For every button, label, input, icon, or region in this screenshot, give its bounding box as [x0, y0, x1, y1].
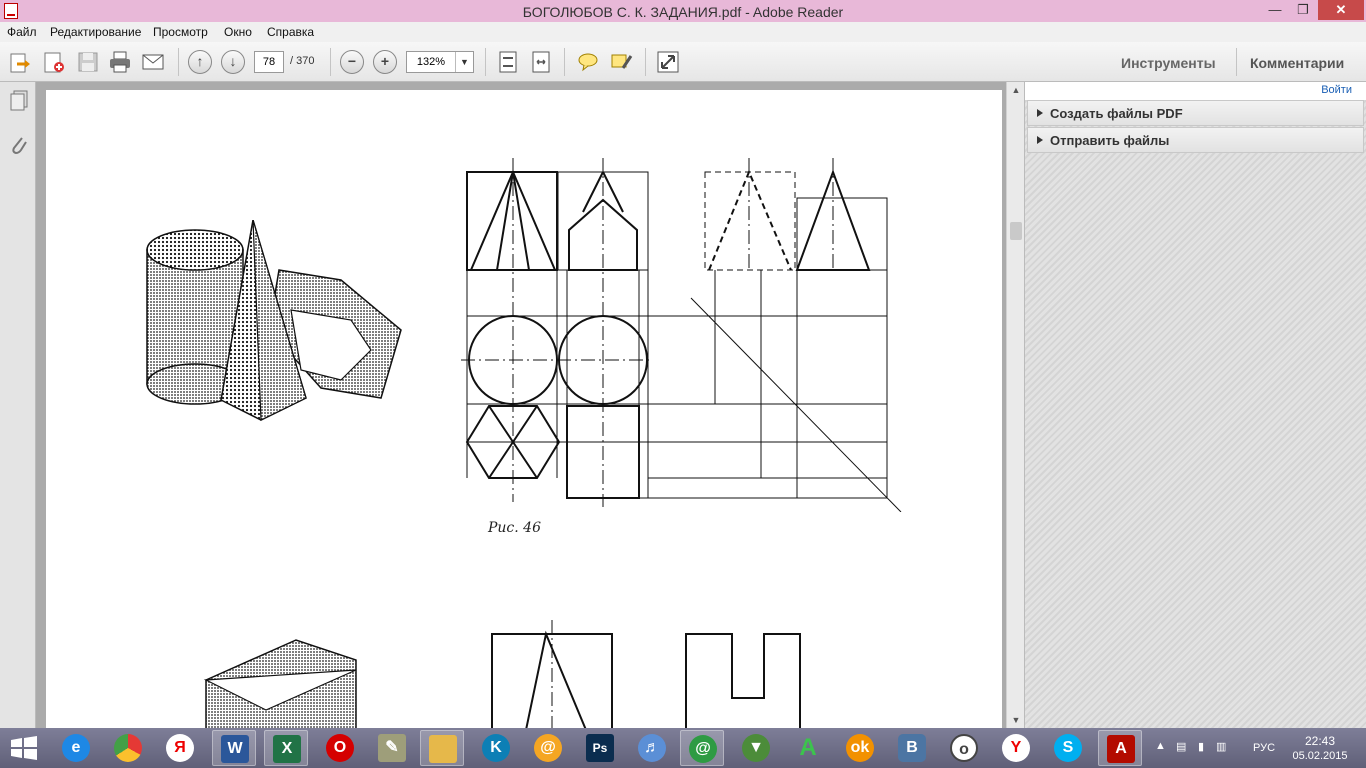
chevron-down-icon[interactable]: ▼ [455, 52, 473, 72]
navigation-pane [0, 82, 36, 728]
section-label: Отправить файлы [1050, 133, 1170, 148]
page-number-input[interactable]: 78 [254, 51, 284, 73]
signin-bar: Войти [1025, 82, 1366, 100]
clock[interactable]: 22:43 05.02.2015 [1288, 734, 1352, 762]
toolbar-separator [178, 48, 179, 76]
clock-date: 05.02.2015 [1292, 750, 1348, 762]
title-bar: БОГОЛЮБОВ С. К. ЗАДАНИЯ.pdf - Adobe Read… [0, 0, 1366, 22]
excel-icon[interactable]: X [264, 730, 308, 766]
figure-46-isometric-drawing [146, 220, 402, 421]
window-title: БОГОЛЮБОВ С. К. ЗАДАНИЯ.pdf - Adobe Read… [522, 4, 844, 20]
scroll-up-icon[interactable]: ▲ [1007, 82, 1025, 98]
toolbar: ↑ ↓ 78 / 370 − + 132% ▼ Инструменты Комм… [0, 42, 1366, 82]
icq-icon[interactable]: @ [680, 730, 724, 766]
save-icon[interactable] [76, 50, 100, 74]
figure-47-orthographic-drawing [491, 620, 801, 730]
comments-tab[interactable]: Комментарии [1250, 55, 1344, 71]
toolbar-separator [485, 48, 486, 76]
zoom-in-button[interactable]: + [373, 50, 397, 74]
volume-icon[interactable]: ♬ [630, 730, 674, 766]
menu-file[interactable]: Файл [7, 25, 37, 39]
signin-link[interactable]: Войти [1321, 84, 1352, 96]
menu-window[interactable]: Окно [224, 25, 252, 39]
create-pdf-section[interactable]: Создать файлы PDF [1027, 100, 1364, 126]
figure-caption: Рис. 46 [488, 520, 541, 536]
scroll-down-icon[interactable]: ▼ [1007, 712, 1025, 728]
print-icon[interactable] [108, 50, 132, 74]
toolbar-separator [645, 48, 646, 76]
email-icon[interactable] [141, 50, 165, 74]
tools-tab[interactable]: Инструменты [1121, 55, 1216, 71]
menu-help[interactable]: Справка [267, 25, 314, 39]
taskbar: e Я W X O ✎ K @ Ps ♬ @ ▼ A ok B o Y S A … [0, 728, 1366, 768]
photoshop-icon[interactable]: Ps [578, 730, 622, 766]
vkontakte-icon[interactable]: B [890, 730, 934, 766]
section-label: Создать файлы PDF [1050, 106, 1183, 121]
language-indicator[interactable]: РУС [1253, 742, 1275, 754]
battery-icon[interactable]: ▮ [1198, 740, 1204, 753]
minimize-button[interactable]: — [1262, 0, 1288, 20]
circle-app-icon[interactable]: o [942, 730, 986, 766]
zoom-out-button[interactable]: − [340, 50, 364, 74]
document-view[interactable]: Рис. 46 [36, 82, 1006, 730]
pages-icon[interactable] [9, 90, 29, 112]
mail-agent-icon[interactable]: @ [526, 730, 570, 766]
toolbar-separator [330, 48, 331, 76]
adobe-reader-taskbar-icon[interactable]: A [1098, 730, 1142, 766]
clock-time: 22:43 [1304, 734, 1336, 748]
next-page-button[interactable]: ↓ [221, 50, 245, 74]
expand-arrow-icon [1037, 109, 1043, 117]
open-file-icon[interactable] [8, 50, 32, 74]
menu-bar: Файл Редактирование Просмотр Окно Справк… [0, 22, 1366, 42]
previous-page-button[interactable]: ↑ [188, 50, 212, 74]
comment-icon[interactable] [576, 50, 600, 74]
word-icon[interactable]: W [212, 730, 256, 766]
network-icon[interactable]: ▤ [1176, 740, 1186, 753]
odnoklassniki-icon[interactable]: ok [838, 730, 882, 766]
yandex-icon[interactable]: Я [158, 730, 202, 766]
download-icon[interactable]: ▼ [734, 730, 778, 766]
highlight-icon[interactable] [609, 50, 633, 74]
tray-expand-icon[interactable]: ▲ [1155, 740, 1166, 752]
skype-icon[interactable]: S [1046, 730, 1090, 766]
menu-edit[interactable]: Редактирование [50, 25, 141, 39]
fit-page-icon[interactable] [496, 50, 520, 74]
attachment-icon[interactable] [9, 134, 29, 156]
vertical-scrollbar[interactable]: ▲ ▼ [1006, 82, 1024, 728]
scroll-thumb[interactable] [1010, 222, 1022, 240]
expand-arrow-icon [1037, 136, 1043, 144]
zoom-select[interactable]: 132% ▼ [406, 51, 474, 73]
font-app-icon[interactable]: A [786, 730, 830, 766]
pdf-page: Рис. 46 [46, 90, 1002, 730]
chrome-icon[interactable] [106, 730, 150, 766]
menu-view[interactable]: Просмотр [153, 25, 208, 39]
signal-icon[interactable]: ▥ [1216, 740, 1226, 753]
restore-button[interactable]: ❐ [1290, 0, 1316, 20]
toolbar-separator [1236, 48, 1237, 76]
internet-explorer-icon[interactable]: e [54, 730, 98, 766]
tools-panel: Войти Создать файлы PDF Отправить файлы [1024, 82, 1366, 728]
toolbar-separator [564, 48, 565, 76]
fit-width-icon[interactable] [529, 50, 553, 74]
page-total: / 370 [290, 55, 315, 67]
fullscreen-icon[interactable] [656, 50, 680, 74]
opera-icon[interactable]: O [318, 730, 362, 766]
windows-start-icon[interactable] [8, 736, 40, 760]
yandex-browser-icon[interactable]: Y [994, 730, 1038, 766]
kaspersky-icon[interactable]: K [474, 730, 518, 766]
close-button[interactable]: ✕ [1318, 0, 1364, 20]
zoom-value: 132% [416, 56, 446, 68]
scanner-icon[interactable]: ✎ [370, 730, 414, 766]
figure-46-orthographic-drawing [461, 158, 902, 512]
file-explorer-icon[interactable] [420, 730, 464, 766]
create-pdf-icon[interactable] [42, 50, 66, 74]
figure-47-isometric-drawing [203, 639, 357, 730]
send-files-section[interactable]: Отправить файлы [1027, 127, 1364, 153]
